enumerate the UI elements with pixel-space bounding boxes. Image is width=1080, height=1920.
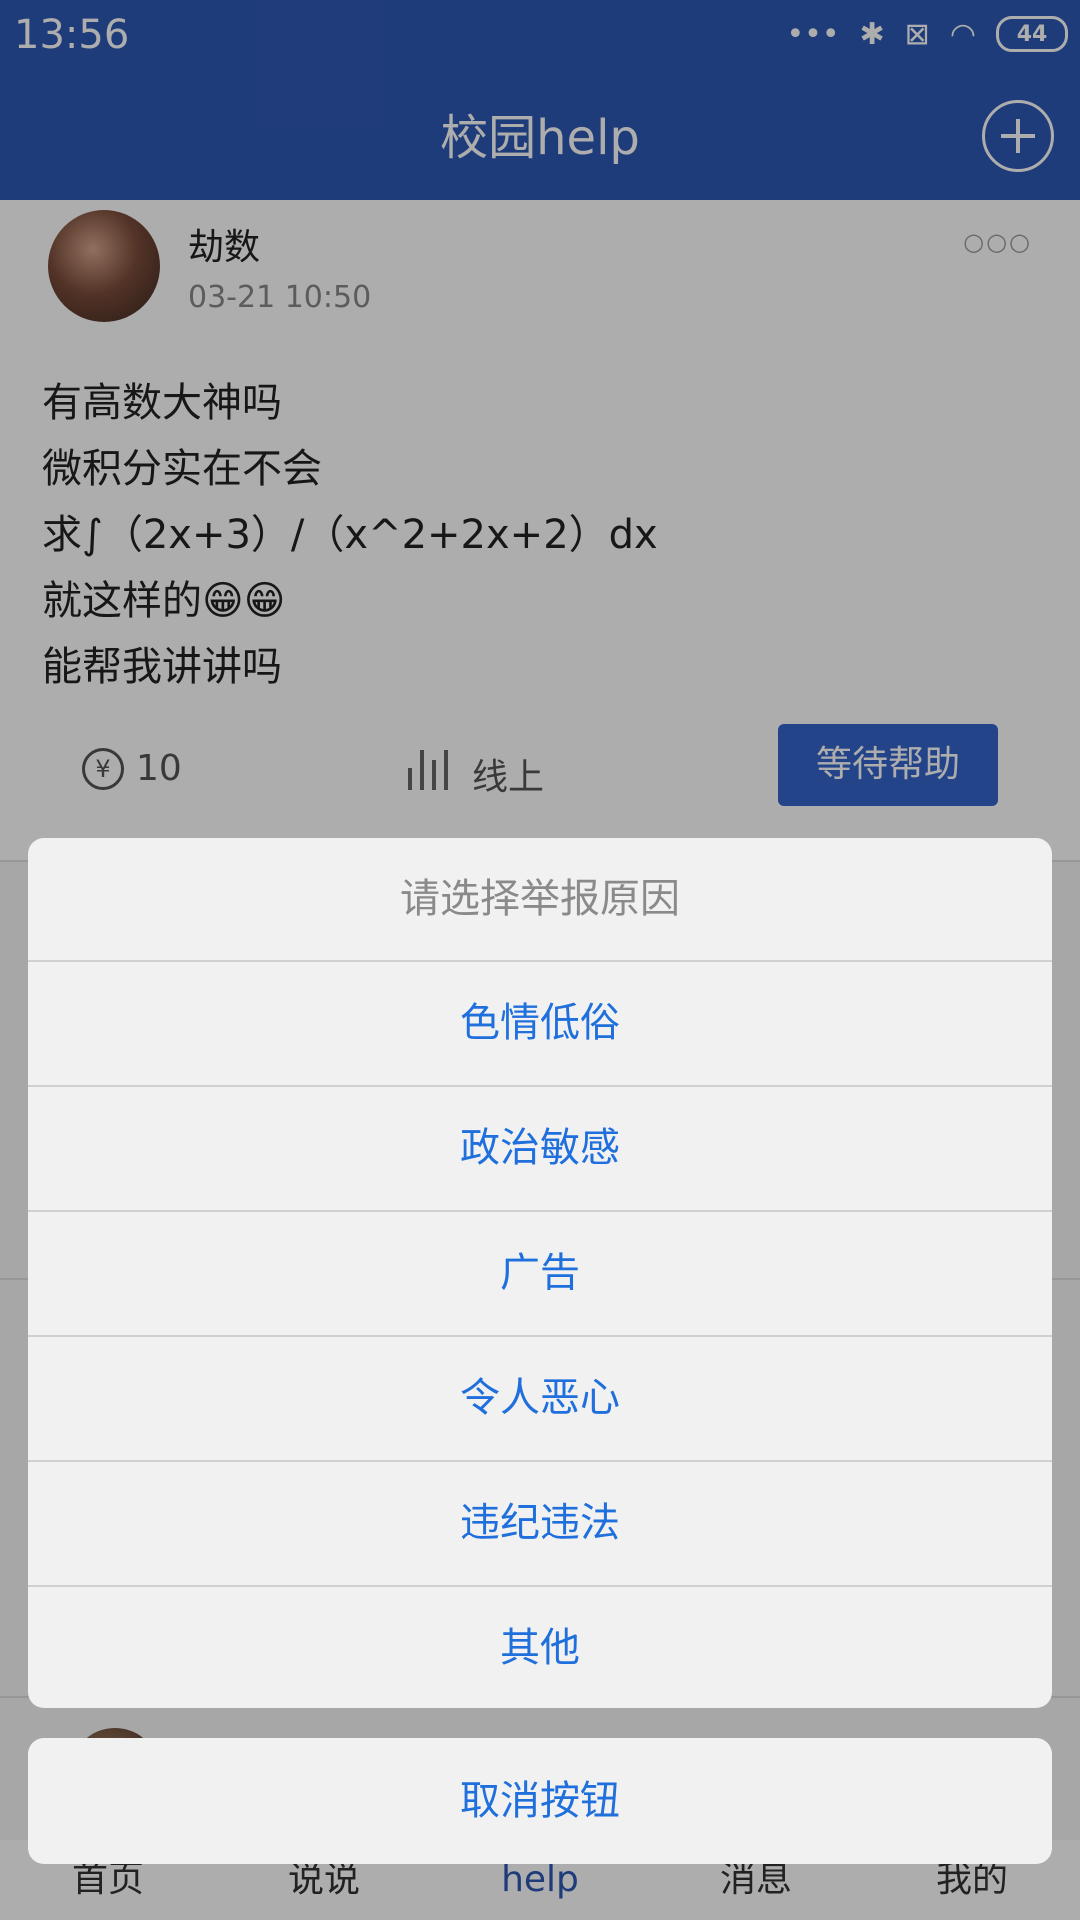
report-action-sheet: 请选择举报原因 色情低俗 政治敏感 广告 令人恶心 违纪违法 其他 [28,838,1052,1708]
report-option[interactable]: 违纪违法 [28,1462,1052,1587]
report-option[interactable]: 令人恶心 [28,1337,1052,1462]
sheet-title: 请选择举报原因 [28,838,1052,962]
report-option[interactable]: 政治敏感 [28,1087,1052,1212]
cancel-button[interactable]: 取消按钮 [28,1738,1052,1864]
report-option[interactable]: 其他 [28,1587,1052,1708]
report-option[interactable]: 色情低俗 [28,962,1052,1087]
report-option[interactable]: 广告 [28,1212,1052,1337]
